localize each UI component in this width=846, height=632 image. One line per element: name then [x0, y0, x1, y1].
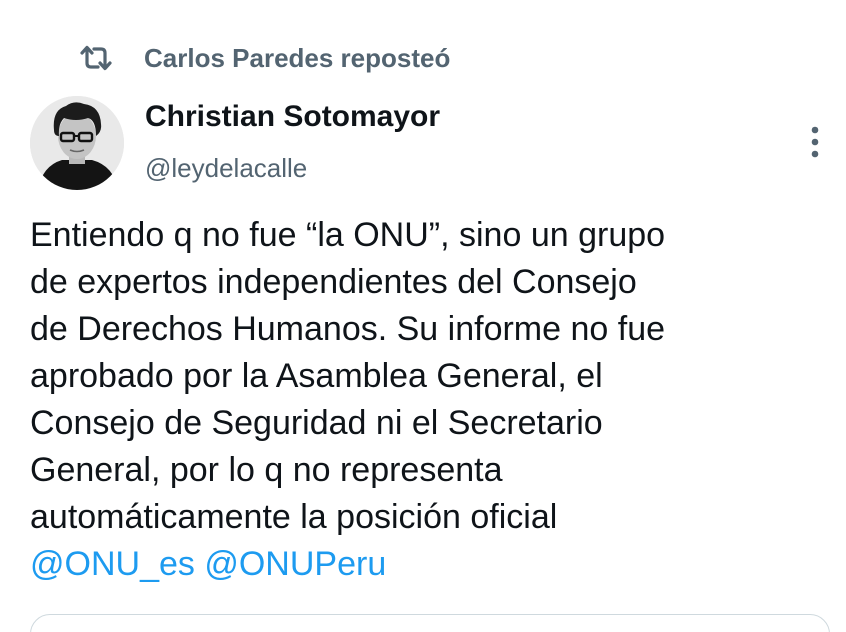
- tweet-line: de expertos independientes del Consejo: [30, 263, 637, 301]
- repost-icon: [76, 38, 116, 78]
- avatar[interactable]: [30, 96, 124, 190]
- tweet-line: automáticamente la posición oficial: [30, 498, 558, 536]
- quoted-card[interactable]: [30, 614, 830, 632]
- tweet-line: Consejo de Seguridad ni el Secretario: [30, 404, 603, 442]
- tweet-line: de Derechos Humanos. Su informe no fue: [30, 310, 666, 348]
- tweet-text: Entiendo q no fue “la ONU”, sino un grup…: [30, 212, 830, 588]
- repost-label[interactable]: Carlos Paredes reposteó: [144, 43, 450, 74]
- author-name[interactable]: Christian Sotomayor: [145, 100, 440, 134]
- author-handle[interactable]: @leydelacalle: [145, 153, 307, 184]
- mentions-line: @ONU_es @ONUPeru: [30, 541, 830, 588]
- more-options-button[interactable]: [800, 124, 830, 164]
- mention-onuperu[interactable]: @ONUPeru: [204, 545, 386, 583]
- tweet-line: aprobado por la Asamblea General, el: [30, 357, 603, 395]
- tweet-line: General, por lo q no representa: [30, 451, 503, 489]
- mention-onu-es[interactable]: @ONU_es: [30, 545, 195, 583]
- more-vertical-icon: [809, 125, 821, 164]
- repost-indicator[interactable]: Carlos Paredes reposteó: [76, 38, 450, 78]
- tweet-line: Entiendo q no fue “la ONU”, sino un grup…: [30, 216, 666, 254]
